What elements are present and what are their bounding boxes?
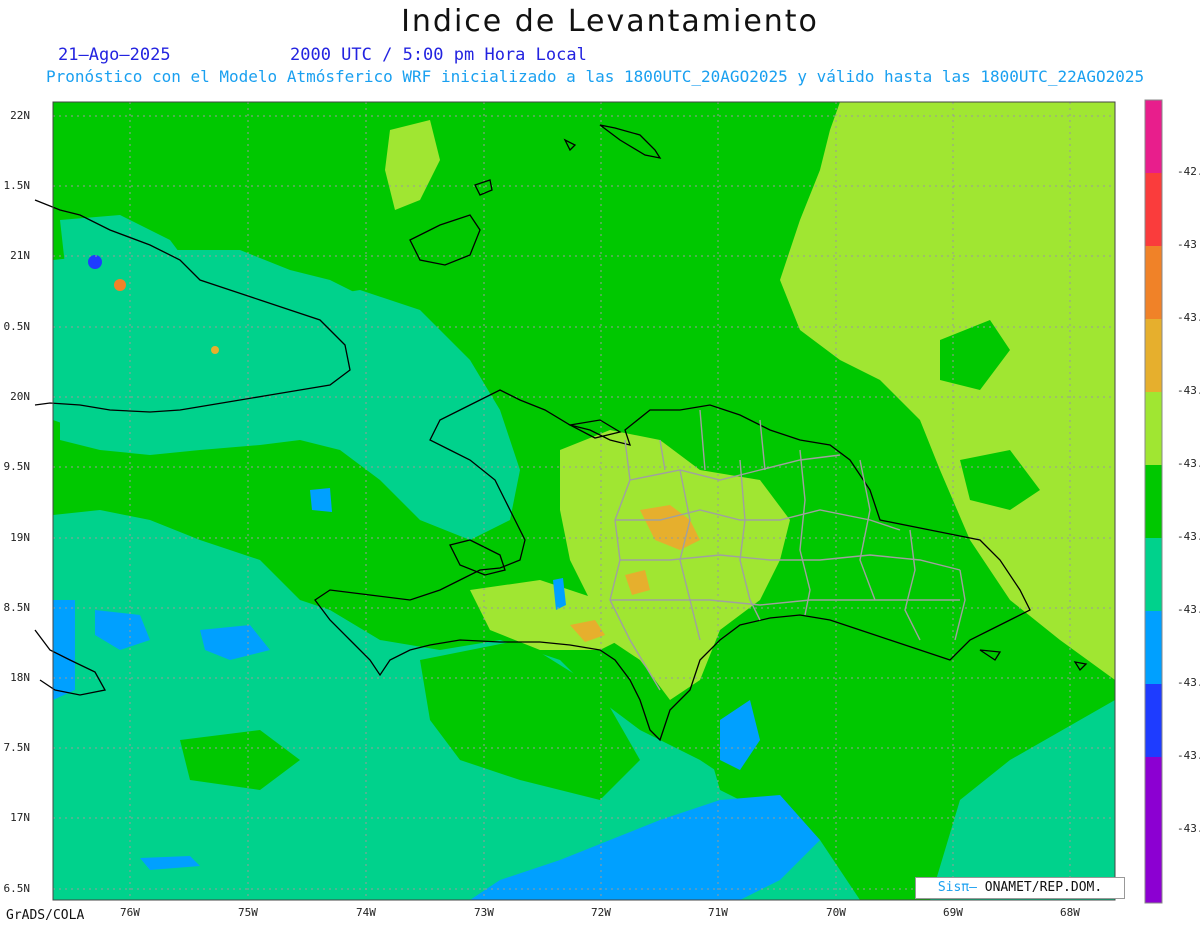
- colorbar-label: -43.3: [1177, 457, 1200, 470]
- colorbar-label: -43: [1177, 238, 1197, 251]
- software-credit: GrADS/COLA: [6, 908, 85, 923]
- colorbar-label: -43.1: [1177, 311, 1200, 324]
- colorbar-swatch-1: [1145, 100, 1162, 173]
- colorbar-swatch-3: [1145, 246, 1162, 319]
- lat-label: 22N: [10, 109, 30, 122]
- colorbar-swatch-8: [1145, 611, 1162, 684]
- lon-label: 70W: [826, 906, 846, 919]
- lat-label: 21N: [10, 249, 30, 262]
- lat-label: 8.5N: [3, 601, 31, 614]
- sispi-logo: Sisπ—: [937, 880, 977, 895]
- credit-box: Sisπ— ONAMET/REP.DOM.: [915, 877, 1125, 899]
- lat-label: 19N: [10, 531, 30, 544]
- lon-label: 68W: [1060, 906, 1080, 919]
- lat-label: 9.5N: [3, 460, 31, 473]
- field-orange-5: [211, 346, 219, 354]
- lat-label: 6.5N: [3, 882, 31, 895]
- colorbar-label: -43.5: [1177, 603, 1200, 616]
- colorbar: [1144, 99, 1163, 904]
- lat-label: 20N: [10, 390, 30, 403]
- lon-label: 72W: [591, 906, 611, 919]
- lon-label: 76W: [120, 906, 140, 919]
- lat-label: 0.5N: [3, 320, 31, 333]
- colorbar-label: -43.6: [1177, 676, 1200, 689]
- colorbar-swatch-2: [1145, 173, 1162, 246]
- field-layer: [53, 102, 1115, 900]
- lon-label: 73W: [474, 906, 494, 919]
- colorbar-swatch-6: [1145, 465, 1162, 538]
- colorbar-swatch-10: [1145, 757, 1162, 903]
- credit-text: ONAMET/REP.DOM.: [976, 880, 1103, 895]
- field-orange-4: [114, 279, 126, 291]
- lon-label: 71W: [708, 906, 728, 919]
- colorbar-swatch-4: [1145, 319, 1162, 392]
- colorbar-swatch-7: [1145, 538, 1162, 611]
- colorbar-label: -43.7: [1177, 749, 1200, 762]
- colorbar-swatch-5: [1145, 392, 1162, 465]
- lat-label: 18N: [10, 671, 30, 684]
- colorbar-swatch-9: [1145, 684, 1162, 757]
- lon-label: 69W: [943, 906, 963, 919]
- lon-label: 75W: [238, 906, 258, 919]
- colorbar-label: -43.2: [1177, 384, 1200, 397]
- colorbar-label: -43.4: [1177, 530, 1200, 543]
- field-blue-west-1: [53, 600, 75, 700]
- colorbar-label: -42.9: [1177, 165, 1200, 178]
- lifted-index-map: [34, 99, 1163, 904]
- lat-label: 7.5N: [3, 741, 31, 754]
- lat-label: 17N: [10, 811, 30, 824]
- lon-label: 74W: [356, 906, 376, 919]
- lat-label: 1.5N: [3, 179, 31, 192]
- field-blue-dot: [88, 255, 102, 269]
- colorbar-label: -43.8: [1177, 822, 1200, 835]
